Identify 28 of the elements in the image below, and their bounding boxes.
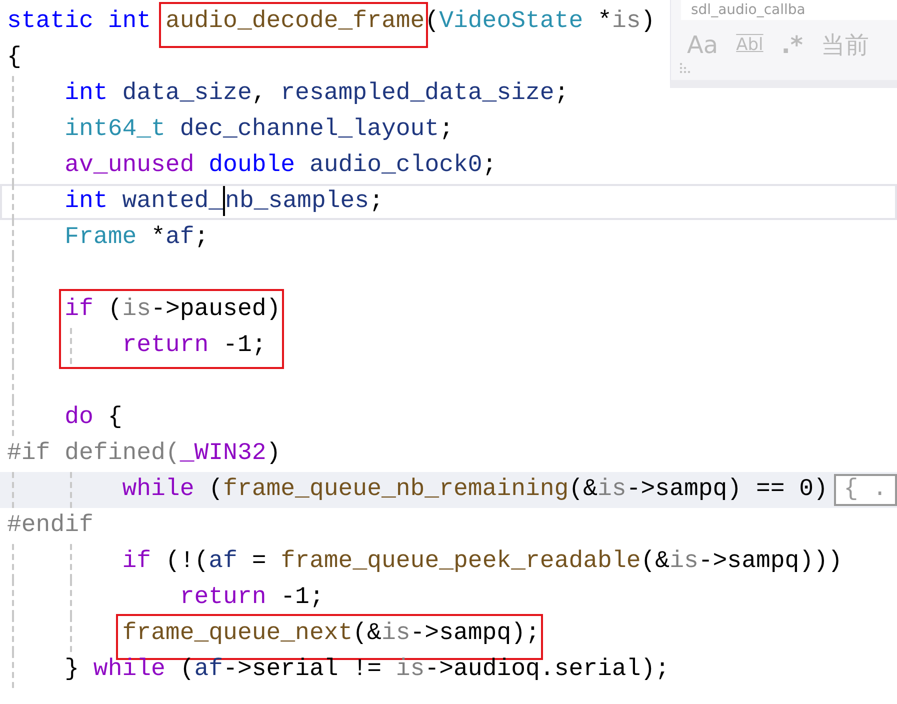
regex-button[interactable]: .* — [781, 30, 803, 60]
code-text: if (is->paused) — [64, 295, 281, 325]
code-text: return -1; — [180, 583, 324, 613]
text-caret — [223, 186, 226, 216]
code-text: { — [7, 43, 22, 73]
code-text: int wanted_ — [64, 187, 224, 217]
code-text: } while (af->serial != is->audioq.serial); — [64, 655, 670, 685]
code-text: if (!(af = frame_queue_peek_readable(&is->sampq))) — [122, 547, 842, 577]
code-text: (VideoState *is) — [424, 7, 656, 37]
code-text: audio_decode_frame — [165, 7, 425, 37]
code-text: nb_samples; — [225, 187, 384, 217]
grip-icon[interactable] — [679, 62, 691, 74]
code-text: int64_t dec_channel_layout; — [64, 115, 454, 145]
code-text: do { — [64, 403, 122, 433]
code-text: Frame *af; — [64, 223, 209, 253]
match-case-button[interactable]: Aa — [687, 30, 718, 60]
code-text: return -1; — [122, 331, 266, 361]
code-text: av_unused double audio_clock0; — [64, 151, 497, 181]
code-text: #if defined(_WIN32) — [7, 439, 281, 469]
search-field[interactable]: sdl_audio_callba — [681, 0, 897, 20]
whole-word-button[interactable]: Abl — [736, 30, 764, 60]
code-text: static int — [7, 7, 152, 37]
code-text: int data_size, resampled_data_size; — [64, 79, 569, 109]
scope-dropdown[interactable]: 当前 — [820, 30, 869, 60]
code-text: frame_queue_next(&is->sampq); — [122, 619, 540, 649]
code-text: #endif — [7, 511, 94, 541]
collapsed-block-button[interactable]: { . — [834, 474, 897, 506]
code-text: while (frame_queue_nb_remaining(&is->sampq) == 0) — [122, 475, 828, 505]
